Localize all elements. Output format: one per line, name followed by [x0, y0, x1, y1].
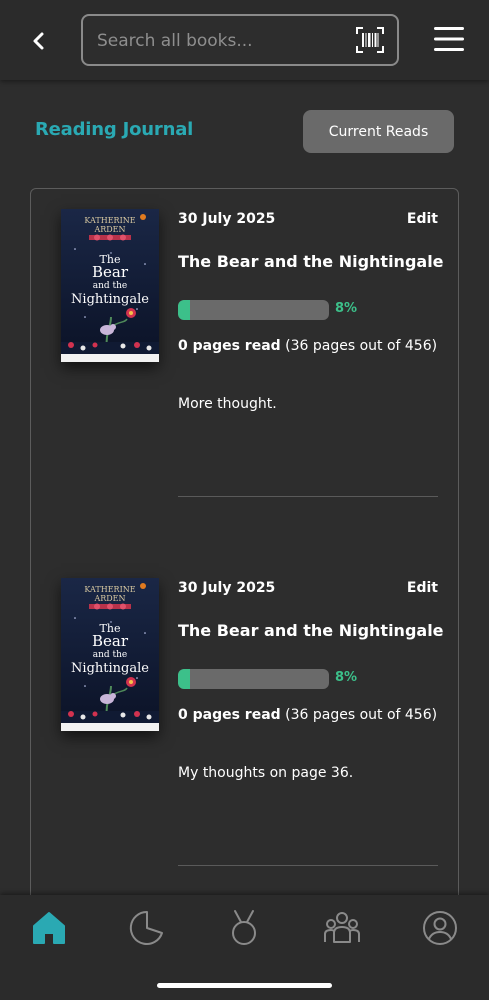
barcode-scan-icon [356, 27, 384, 53]
pages-read-text: 0 pages read (36 pages out of 456) [178, 336, 440, 356]
nav-stats[interactable] [127, 909, 167, 947]
home-icon [33, 912, 65, 944]
pie-chart-icon [129, 910, 163, 945]
entry-date: 30 July 2025 [178, 580, 276, 596]
pages-read-text: 0 pages read (36 pages out of 456) [178, 705, 440, 725]
book-cover-art: KATHERINE ARDEN The Bear and the Nightin… [61, 578, 159, 731]
cover-title-nightingale: Nightingale [71, 661, 149, 676]
pages-read-detail: (36 pages out of 456) [285, 707, 438, 723]
entry-divider [178, 496, 438, 497]
barcode-scan-button[interactable] [355, 26, 385, 54]
book-title[interactable]: The Bear and the Nightingale [178, 252, 444, 271]
reading-journal-screen: Reading Journal Current Reads [0, 0, 489, 1000]
edit-entry-button[interactable]: Edit [407, 211, 438, 227]
chevron-left-icon [33, 32, 44, 50]
reading-progress-bar [178, 669, 329, 689]
pages-read-count: 0 pages read [178, 338, 281, 354]
nav-achievements[interactable] [224, 909, 264, 947]
search-input[interactable] [97, 28, 347, 54]
cover-title-andthe: and the [93, 281, 128, 291]
cover-author-line1: KATHERINE [84, 585, 135, 594]
cover-author-line1: KATHERINE [84, 216, 135, 225]
cover-title-andthe: and the [93, 650, 128, 660]
cover-author-line2: ARDEN [93, 594, 125, 603]
entry-divider [178, 865, 438, 866]
reading-progress-fill [178, 300, 191, 320]
profile-icon [423, 911, 457, 945]
nav-community[interactable] [322, 909, 362, 947]
current-reads-button[interactable]: Current Reads [303, 110, 454, 153]
book-cover-art: KATHERINE ARDEN The Bear and the Nightin… [61, 209, 159, 362]
journal-entries-list[interactable]: KATHERINE ARDEN The Bear and the Nightin… [30, 188, 459, 948]
book-title[interactable]: The Bear and the Nightingale [178, 621, 444, 640]
progress-percent: 8% [335, 301, 358, 316]
back-button[interactable] [24, 26, 54, 56]
journal-entry: KATHERINE ARDEN The Bear and the Nightin… [31, 558, 460, 888]
journal-entry: KATHERINE ARDEN The Bear and the Nightin… [31, 189, 460, 519]
medal-icon [232, 910, 256, 945]
cover-title-bear: Bear [92, 263, 129, 281]
hamburger-menu-icon [434, 27, 464, 51]
edit-entry-button[interactable]: Edit [407, 580, 438, 596]
cover-author-line2: ARDEN [93, 225, 125, 234]
nav-home[interactable] [29, 909, 69, 947]
progress-percent: 8% [335, 670, 358, 685]
cover-title-nightingale: Nightingale [71, 292, 149, 307]
book-cover[interactable]: KATHERINE ARDEN The Bear and the Nightin… [61, 209, 159, 362]
book-cover[interactable]: KATHERINE ARDEN The Bear and the Nightin… [61, 578, 159, 731]
reading-progress-fill [178, 669, 191, 689]
pages-read-detail: (36 pages out of 456) [285, 338, 438, 354]
community-icon [324, 912, 360, 943]
menu-button[interactable] [432, 24, 466, 54]
bottom-navigation [0, 895, 489, 1000]
entry-date: 30 July 2025 [178, 211, 276, 227]
pages-read-count: 0 pages read [178, 707, 281, 723]
search-bar [81, 14, 399, 66]
home-indicator[interactable] [157, 983, 332, 988]
reading-progress-bar [178, 300, 329, 320]
entry-thought: More thought. [178, 396, 277, 412]
nav-profile[interactable] [420, 909, 460, 947]
cover-title-bear: Bear [92, 632, 129, 650]
page-title: Reading Journal [35, 119, 194, 140]
top-bar [0, 0, 489, 80]
entry-thought: My thoughts on page 36. [178, 765, 354, 781]
